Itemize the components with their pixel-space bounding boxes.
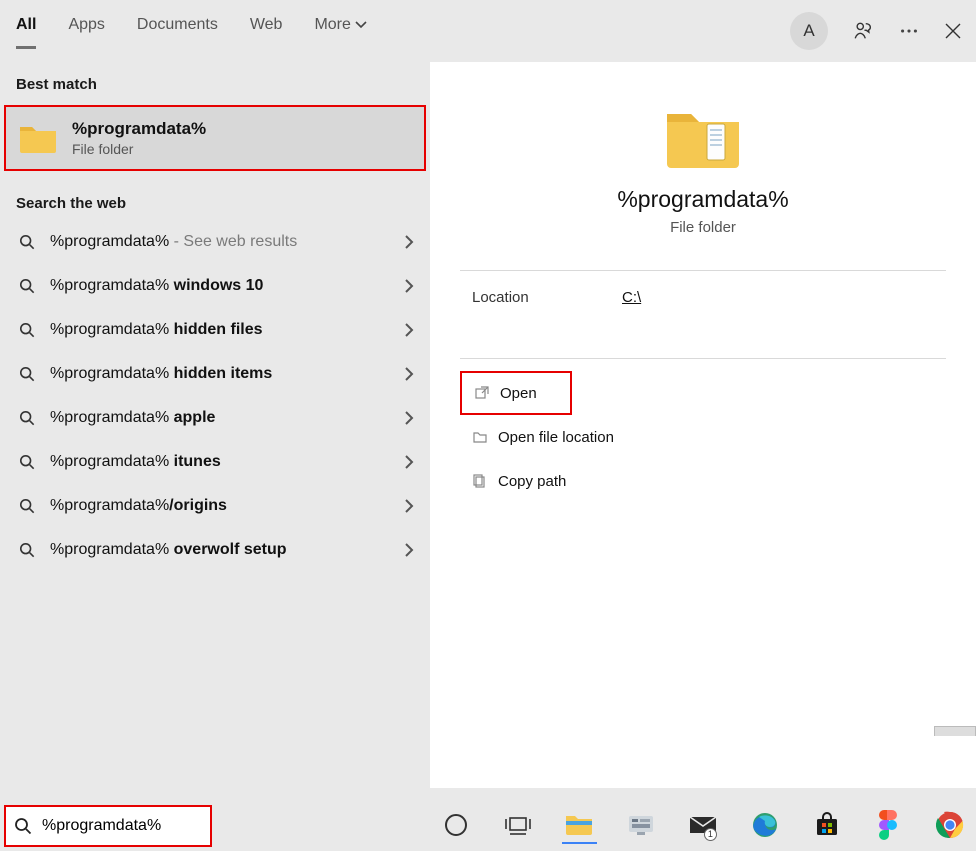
search-icon xyxy=(16,366,38,382)
best-match-title: %programdata% xyxy=(72,119,206,139)
search-icon xyxy=(16,234,38,250)
suggestion-label: %programdata% itunes xyxy=(50,453,404,471)
location-value[interactable]: C:\ xyxy=(622,289,641,306)
divider xyxy=(460,358,946,359)
suggestion-label: %programdata% overwolf setup xyxy=(50,541,404,559)
suggestion-label: %programdata% hidden items xyxy=(50,365,404,383)
taskbar: 1 xyxy=(430,799,976,851)
location-row: Location C:\ xyxy=(430,271,976,324)
search-icon xyxy=(16,410,38,426)
content: Best match %programdata% File folder Sea… xyxy=(0,62,976,788)
more-options-icon[interactable] xyxy=(898,20,920,42)
web-suggestion[interactable]: %programdata% - See web results xyxy=(0,220,430,264)
open-file-location-action[interactable]: Open file location xyxy=(460,415,946,459)
results-pane: Best match %programdata% File folder Sea… xyxy=(0,62,430,788)
search-bar[interactable] xyxy=(4,805,212,847)
header-actions: A xyxy=(790,12,962,50)
chevron-right-icon xyxy=(404,455,414,469)
search-icon xyxy=(14,817,32,835)
preview-pane: %programdata% File folder Location C:\ O… xyxy=(430,62,976,788)
folder-icon xyxy=(663,104,743,172)
web-suggestion[interactable]: %programdata% itunes xyxy=(0,440,430,484)
tab-web[interactable]: Web xyxy=(250,16,283,46)
web-suggestion[interactable]: %programdata% hidden items xyxy=(0,352,430,396)
web-suggestion[interactable]: %programdata% overwolf setup xyxy=(0,528,430,572)
chevron-right-icon xyxy=(404,235,414,249)
copy-path-label: Copy path xyxy=(498,473,566,490)
folder-icon xyxy=(18,121,58,155)
chevron-right-icon xyxy=(404,411,414,425)
mail-icon[interactable]: 1 xyxy=(685,806,721,844)
microsoft-store-icon[interactable] xyxy=(809,806,845,844)
search-icon xyxy=(16,454,38,470)
edge-icon[interactable] xyxy=(747,806,783,844)
folder-icon xyxy=(472,429,498,445)
file-explorer-icon[interactable] xyxy=(562,806,598,844)
search-icon xyxy=(16,322,38,338)
avatar[interactable]: A xyxy=(790,12,828,50)
tab-apps[interactable]: Apps xyxy=(68,16,104,46)
open-icon xyxy=(474,385,500,401)
web-suggestion[interactable]: %programdata%/origins xyxy=(0,484,430,528)
search-icon xyxy=(16,498,38,514)
copy-path-action[interactable]: Copy path xyxy=(460,459,946,503)
feedback-icon[interactable] xyxy=(852,20,874,42)
best-match-subtitle: File folder xyxy=(72,141,206,157)
figma-icon[interactable] xyxy=(870,806,906,844)
chevron-down-icon xyxy=(355,21,367,29)
tab-more[interactable]: More xyxy=(314,16,366,46)
search-web-heading: Search the web xyxy=(0,181,430,220)
preview-subtitle: File folder xyxy=(430,219,976,236)
close-icon[interactable] xyxy=(944,22,962,40)
cortana-icon[interactable] xyxy=(438,806,474,844)
copy-icon xyxy=(472,473,498,489)
chevron-right-icon xyxy=(404,499,414,513)
chevron-right-icon xyxy=(404,279,414,293)
best-match-result[interactable]: %programdata% File folder xyxy=(4,105,426,171)
best-match-heading: Best match xyxy=(0,62,430,101)
tab-documents[interactable]: Documents xyxy=(137,16,218,46)
web-suggestion[interactable]: %programdata% apple xyxy=(0,396,430,440)
preview-title: %programdata% xyxy=(430,186,976,213)
suggestion-label: %programdata% windows 10 xyxy=(50,277,404,295)
tabs: All Apps Documents Web More xyxy=(16,16,367,46)
suggestion-label: %programdata% - See web results xyxy=(50,233,404,251)
best-match-text: %programdata% File folder xyxy=(72,119,206,157)
open-label: Open xyxy=(500,385,537,402)
header: All Apps Documents Web More A xyxy=(0,0,976,62)
tab-more-label: More xyxy=(314,16,350,34)
task-view-icon[interactable] xyxy=(500,806,536,844)
search-icon xyxy=(16,542,38,558)
suggestion-label: %programdata% hidden files xyxy=(50,321,404,339)
chevron-right-icon xyxy=(404,543,414,557)
chrome-preview-thumb xyxy=(934,726,976,736)
web-suggestion[interactable]: %programdata% hidden files xyxy=(0,308,430,352)
settings-app-icon[interactable] xyxy=(623,806,659,844)
search-icon xyxy=(16,278,38,294)
open-file-location-label: Open file location xyxy=(498,429,614,446)
suggestion-label: %programdata% apple xyxy=(50,409,404,427)
web-suggestion[interactable]: %programdata% windows 10 xyxy=(0,264,430,308)
chevron-right-icon xyxy=(404,367,414,381)
search-input[interactable] xyxy=(42,817,202,835)
chrome-icon[interactable] xyxy=(932,806,968,844)
suggestion-list: %programdata% - See web results %programd… xyxy=(0,220,430,572)
open-action[interactable]: Open xyxy=(460,371,572,415)
tab-all[interactable]: All xyxy=(16,16,36,46)
action-list: Open Open file location Copy path xyxy=(460,371,946,503)
chevron-right-icon xyxy=(404,323,414,337)
suggestion-label: %programdata%/origins xyxy=(50,497,404,515)
mail-badge: 1 xyxy=(704,828,717,841)
location-label: Location xyxy=(472,289,622,306)
